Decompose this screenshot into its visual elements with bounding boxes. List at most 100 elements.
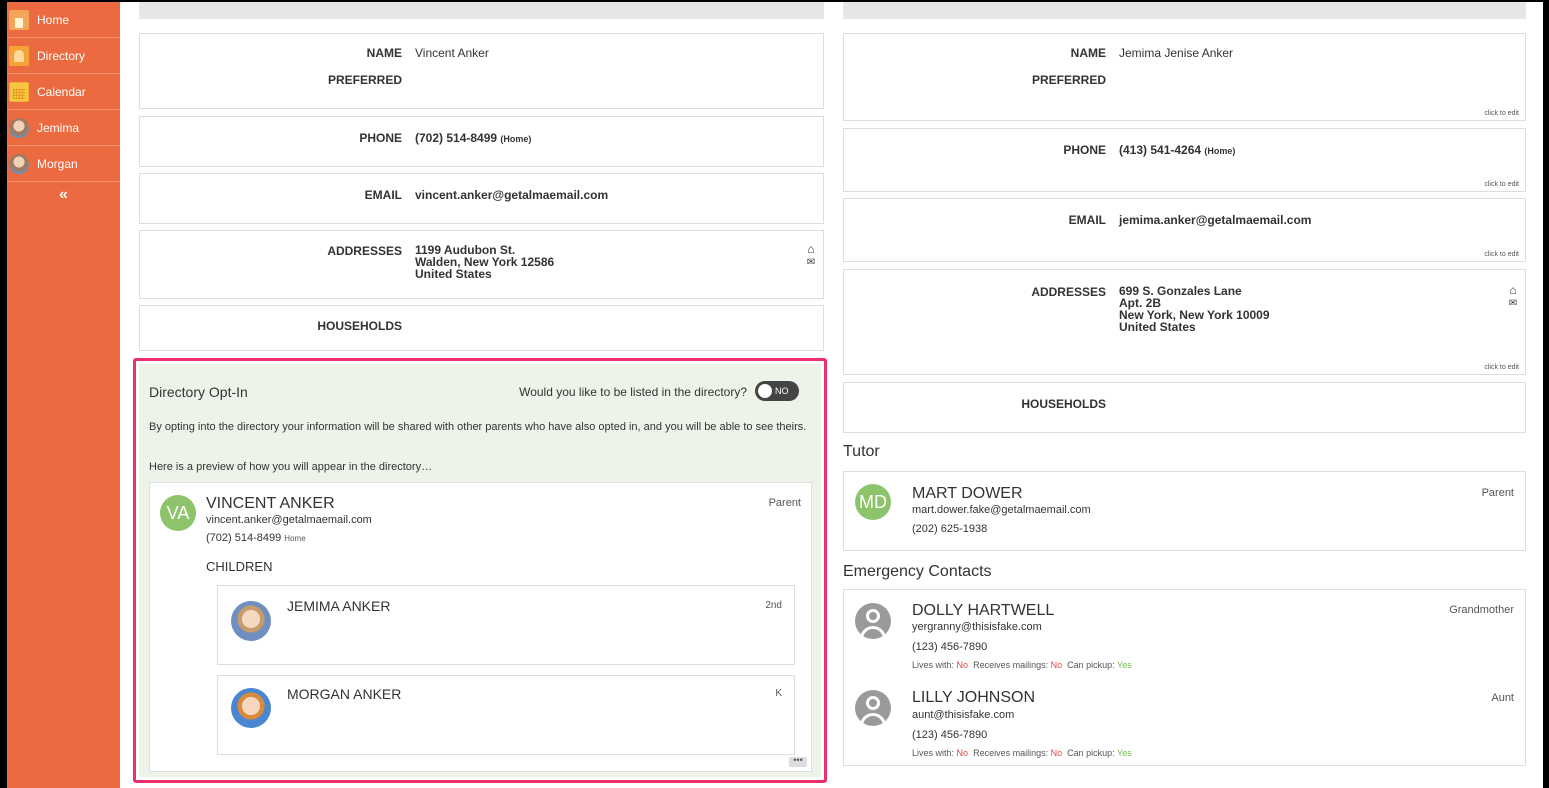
more-options-button[interactable]: ••• — [789, 756, 807, 767]
collapse-sidebar-button[interactable]: « — [7, 182, 120, 212]
phone-type: (Home) — [500, 134, 532, 144]
directory-preview-card: VA VINCENT ANKER vincent.anker@getalmaem… — [149, 482, 812, 772]
person-icon — [855, 690, 891, 726]
name-label: NAME — [366, 46, 402, 60]
email-label: EMAIL — [1068, 213, 1106, 227]
click-to-edit-link[interactable]: click to edit — [1484, 251, 1519, 258]
addresses-label: ADDRESSES — [327, 244, 402, 258]
sidebar-item-home[interactable]: Home — [7, 2, 120, 38]
opt-in-toggle[interactable]: NO — [755, 381, 799, 401]
households-field[interactable]: HOUSEHOLDS — [139, 305, 824, 351]
avatar: MD — [855, 484, 891, 520]
sidebar-item-label: Jemima — [37, 120, 80, 135]
window-frame-right — [1543, 0, 1549, 788]
child-card[interactable]: MORGAN ANKER K — [217, 675, 795, 755]
tutor-card[interactable]: MD MART DOWER mart.dower.fake@getalmaema… — [843, 471, 1526, 551]
emergency-contacts-heading: Emergency Contacts — [843, 563, 992, 580]
phone-label: PHONE — [359, 131, 402, 145]
click-to-edit-link[interactable]: click to edit — [1484, 181, 1519, 188]
contact-flags: Lives with: No Receives mailings: No Can… — [912, 660, 1132, 670]
child-avatar — [9, 117, 29, 138]
sidebar-item-label: Morgan — [37, 156, 78, 171]
emergency-contacts-card: DOLLY HARTWELL yergranny@thisisfake.com … — [843, 589, 1526, 766]
children-heading: CHILDREN — [206, 559, 273, 574]
window-frame-left — [0, 0, 7, 788]
preferred-label: PREFERRED — [1031, 73, 1106, 87]
tutor-email: mart.dower.fake@getalmaemail.com — [912, 504, 1091, 516]
address-icons: ⌂ ✉ — [805, 243, 817, 269]
name-label: NAME — [1070, 46, 1106, 60]
contact-email: aunt@thisisfake.com — [912, 709, 1015, 721]
contact-role: Aunt — [1491, 692, 1514, 704]
email-field[interactable]: EMAIL vincent.anker@getalmaemail.com — [139, 173, 824, 224]
preferred-label: PREFERRED — [327, 73, 402, 87]
households-label: HOUSEHOLDS — [1021, 397, 1106, 411]
preview-phone-type: Home — [284, 534, 306, 543]
tutor-heading: Tutor — [843, 443, 880, 460]
contact-email: yergranny@thisisfake.com — [912, 621, 1042, 633]
tutor-role: Parent — [1481, 487, 1514, 499]
home-icon — [9, 9, 29, 30]
sidebar-item-label: Directory — [37, 48, 86, 63]
directory-opt-in-body: Directory Opt-In Would you like to be li… — [139, 364, 821, 777]
name-field[interactable]: NAME Jemima Jenise Anker PREFERRED click… — [843, 33, 1526, 121]
phone-label: PHONE — [1063, 143, 1106, 157]
sidebar-item-label: Home — [37, 12, 70, 27]
child-avatar — [231, 601, 271, 641]
address-block: 1199 Audubon St. Walden, New York 12586 … — [415, 244, 554, 280]
sidebar: Home Directory Calendar Jemima Morgan « — [7, 2, 120, 788]
addresses-field[interactable]: ADDRESSES 1199 Audubon St. Walden, New Y… — [139, 230, 824, 299]
name-value: Jemima Jenise Anker — [1119, 46, 1234, 60]
phone-field[interactable]: PHONE (413) 541-4264 (Home) click to edi… — [843, 128, 1526, 192]
opt-in-title: Directory Opt-In — [149, 384, 248, 400]
email-label: EMAIL — [364, 188, 402, 202]
preview-name: VINCENT ANKER — [206, 495, 335, 512]
opt-in-question: Would you like to be listed in the direc… — [519, 385, 747, 399]
mail-icon: ✉ — [1508, 298, 1518, 309]
click-to-edit-link[interactable]: click to edit — [1484, 110, 1519, 117]
home-icon: ⌂ — [1509, 283, 1517, 297]
name-field[interactable]: NAME Vincent Anker PREFERRED — [139, 33, 824, 109]
addresses-field[interactable]: ADDRESSES 699 S. Gonzales Lane Apt. 2B N… — [843, 269, 1526, 375]
address-icons: ⌂ ✉ — [1507, 284, 1519, 310]
email-value: vincent.anker@getalmaemail.com — [415, 188, 609, 202]
contact-phone: (123) 456-7890 — [912, 641, 988, 653]
contact-name: LILLY JOHNSON — [912, 689, 1036, 706]
opt-in-preview-text: Here is a preview of how you will appear… — [149, 461, 433, 473]
home-icon: ⌂ — [807, 242, 815, 256]
directory-opt-in-panel: Directory Opt-In Would you like to be li… — [133, 358, 827, 783]
phone-type: (Home) — [1204, 146, 1236, 156]
child-card[interactable]: JEMIMA ANKER 2nd — [217, 585, 795, 665]
child-name: JEMIMA ANKER — [287, 598, 391, 614]
name-value: Vincent Anker — [415, 46, 489, 60]
person-icon — [855, 603, 891, 639]
contact-name: DOLLY HARTWELL — [912, 602, 1055, 619]
sidebar-item-jemima[interactable]: Jemima — [7, 110, 120, 146]
calendar-icon — [9, 81, 29, 102]
contact-flags: Lives with: No Receives mailings: No Can… — [912, 748, 1132, 758]
phone-field[interactable]: PHONE (702) 514-8499 (Home) — [139, 116, 824, 167]
email-field[interactable]: EMAIL jemima.anker@getalmaemail.com clic… — [843, 198, 1526, 262]
households-field[interactable]: HOUSEHOLDS — [843, 382, 1526, 433]
preview-role: Parent — [768, 497, 801, 509]
tutor-name: MART DOWER — [912, 485, 1023, 502]
preview-phone: (702) 514-8499 Home — [206, 532, 306, 544]
sidebar-item-directory[interactable]: Directory — [7, 38, 120, 74]
addresses-label: ADDRESSES — [1031, 285, 1106, 299]
child-grade: K — [775, 688, 782, 699]
child-name: MORGAN ANKER — [287, 686, 402, 702]
address-line: United States — [1119, 320, 1196, 334]
sidebar-item-morgan[interactable]: Morgan — [7, 146, 120, 182]
households-label: HOUSEHOLDS — [317, 319, 402, 333]
child-avatar — [231, 688, 271, 728]
sidebar-item-calendar[interactable]: Calendar — [7, 74, 120, 110]
address-line: United States — [415, 267, 492, 281]
left-panel-header-bar — [139, 2, 824, 19]
opt-in-description: By opting into the directory your inform… — [149, 421, 807, 433]
contact-role: Grandmother — [1449, 604, 1514, 616]
click-to-edit-link[interactable]: click to edit — [1484, 364, 1519, 371]
tutor-phone: (202) 625-1938 — [912, 523, 988, 535]
right-panel-header-bar — [843, 2, 1526, 19]
preview-email: vincent.anker@getalmaemail.com — [206, 514, 372, 526]
phone-value: (702) 514-8499 (Home) — [415, 131, 532, 145]
